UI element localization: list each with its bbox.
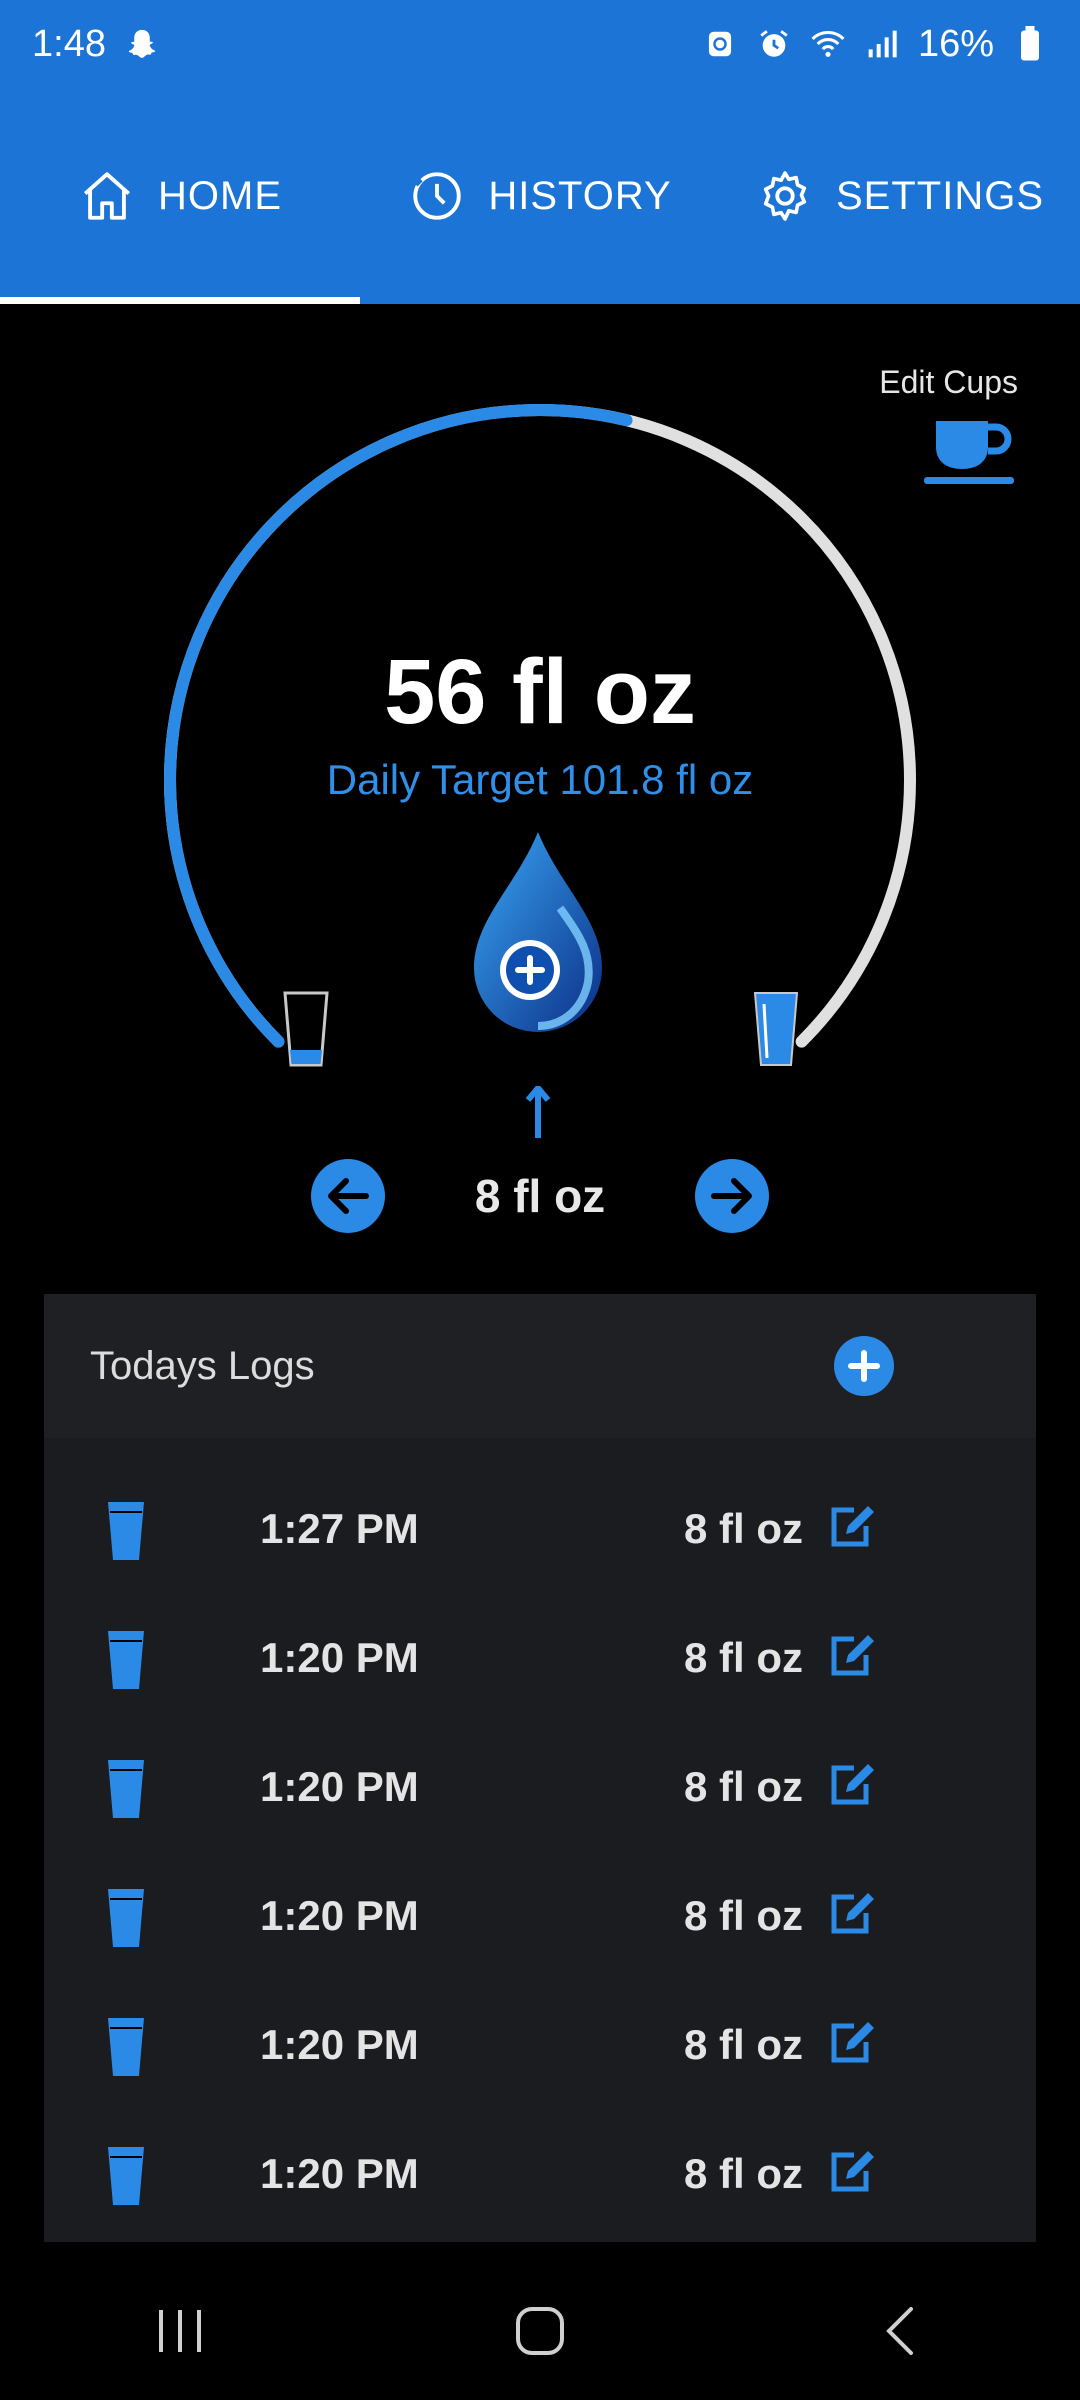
tab-settings[interactable]: SETTINGS — [720, 88, 1080, 304]
log-row: 1:20 PM 8 fl oz — [44, 2109, 1036, 2238]
signal-icon — [864, 26, 900, 62]
home-button[interactable] — [480, 2291, 600, 2371]
log-time: 1:20 PM — [260, 2020, 419, 2068]
back-button[interactable] — [840, 2291, 960, 2371]
logs-header: Todays Logs — [44, 1294, 1036, 1438]
tab-home[interactable]: HOME — [0, 88, 360, 304]
full-glass-icon — [753, 992, 799, 1066]
log-list: 1:27 PM 8 fl oz 1:20 PM 8 fl oz 1:20 PM … — [44, 1438, 1036, 2238]
log-time: 1:20 PM — [260, 1891, 419, 1939]
status-left: 1:48 — [32, 23, 160, 66]
edit-icon[interactable] — [828, 1891, 876, 1935]
tab-settings-label: SETTINGS — [835, 173, 1045, 218]
empty-glass-icon — [283, 991, 329, 1067]
water-cup-icon — [108, 1760, 144, 1818]
edit-icon[interactable] — [828, 1504, 876, 1548]
home-button-icon — [516, 2307, 564, 2355]
log-time: 1:20 PM — [260, 1762, 419, 1810]
add-log-button[interactable] — [834, 1336, 894, 1396]
log-amount: 8 fl oz — [684, 1762, 804, 1810]
alarm-icon — [756, 26, 792, 62]
tab-bar: HOME HISTORY SETTINGS — [0, 88, 1080, 304]
log-row: 1:20 PM 8 fl oz — [44, 1851, 1036, 1980]
todays-logs-panel: Todays Logs 1:27 PM 8 fl oz 1:20 PM 8 fl… — [44, 1294, 1036, 2242]
log-time: 1:20 PM — [260, 1633, 419, 1681]
log-time: 1:20 PM — [260, 2149, 419, 2197]
history-icon — [412, 172, 461, 220]
recent-apps-icon — [159, 2310, 201, 2352]
water-cup-icon — [108, 1631, 144, 1689]
system-nav-bar — [0, 2262, 1080, 2400]
water-cup-icon — [108, 2018, 144, 2076]
log-amount: 8 fl oz — [684, 2149, 804, 2197]
log-amount: 8 fl oz — [684, 1633, 804, 1681]
coffee-cup-icon — [924, 421, 1014, 484]
status-right: 16% — [702, 23, 1048, 66]
edit-icon[interactable] — [828, 1633, 876, 1677]
log-amount: 8 fl oz — [684, 1891, 804, 1939]
previous-cup-button[interactable] — [311, 1159, 385, 1233]
water-cup-icon — [108, 1502, 144, 1560]
tab-home-label: HOME — [158, 173, 282, 218]
log-amount: 8 fl oz — [684, 2020, 804, 2068]
edit-icon[interactable] — [828, 1762, 876, 1806]
selected-cup-size: 8 fl oz — [474, 1170, 606, 1222]
home-icon — [83, 172, 131, 220]
gear-icon — [763, 171, 807, 221]
water-cup-icon — [108, 1889, 144, 1947]
wifi-icon — [810, 26, 846, 62]
next-cup-button[interactable] — [695, 1159, 769, 1233]
edit-icon[interactable] — [828, 2020, 876, 2064]
add-water-drop-button[interactable] — [468, 828, 608, 1038]
log-amount: 8 fl oz — [684, 1504, 804, 1552]
log-row: 1:27 PM 8 fl oz — [44, 1464, 1036, 1593]
log-row: 1:20 PM 8 fl oz — [44, 1980, 1036, 2109]
edit-icon[interactable] — [828, 2149, 876, 2193]
log-row: 1:20 PM 8 fl oz — [44, 1722, 1036, 1851]
recent-apps-button[interactable] — [120, 2291, 240, 2371]
consumed-amount: 56 fl oz — [384, 641, 696, 743]
log-time: 1:27 PM — [260, 1504, 419, 1552]
arrow-left-icon — [328, 1178, 369, 1214]
snapchat-ghost-icon — [124, 26, 160, 62]
water-cup-icon — [108, 2147, 144, 2205]
plus-icon — [848, 1350, 880, 1382]
tab-history-label: HISTORY — [488, 173, 672, 218]
battery-percent: 16% — [917, 22, 994, 65]
battery-icon — [1012, 26, 1048, 62]
back-icon — [886, 2307, 913, 2355]
arrow-up-icon — [525, 1086, 551, 1138]
logs-title: Todays Logs — [90, 1343, 315, 1388]
cup-size-selector: 8 fl oz — [0, 1156, 1080, 1236]
status-bar: 1:48 16% — [0, 0, 1080, 88]
recycle-icon — [702, 26, 738, 62]
tab-history[interactable]: HISTORY — [360, 88, 720, 304]
daily-target: Daily Target 101.8 fl oz — [326, 756, 754, 803]
status-time: 1:48 — [32, 22, 106, 65]
arrow-right-icon — [711, 1178, 752, 1214]
log-row: 1:20 PM 8 fl oz — [44, 1593, 1036, 1722]
